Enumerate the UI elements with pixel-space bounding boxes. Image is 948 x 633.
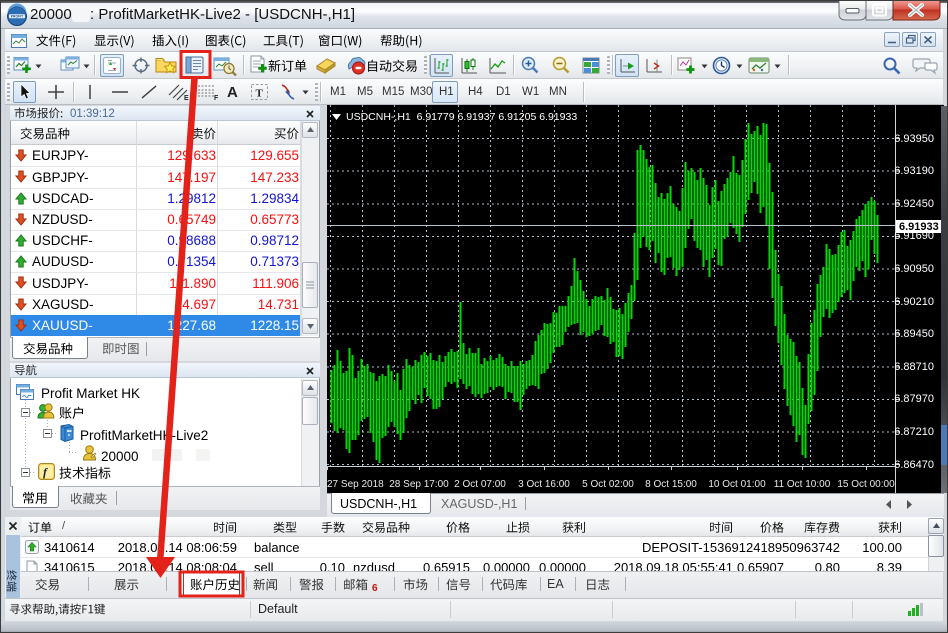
svg-text:PROFIT: PROFIT <box>11 15 24 19</box>
svg-text:E: E <box>184 95 189 102</box>
svg-text:T: T <box>256 88 264 100</box>
svg-text:F: F <box>214 95 219 102</box>
